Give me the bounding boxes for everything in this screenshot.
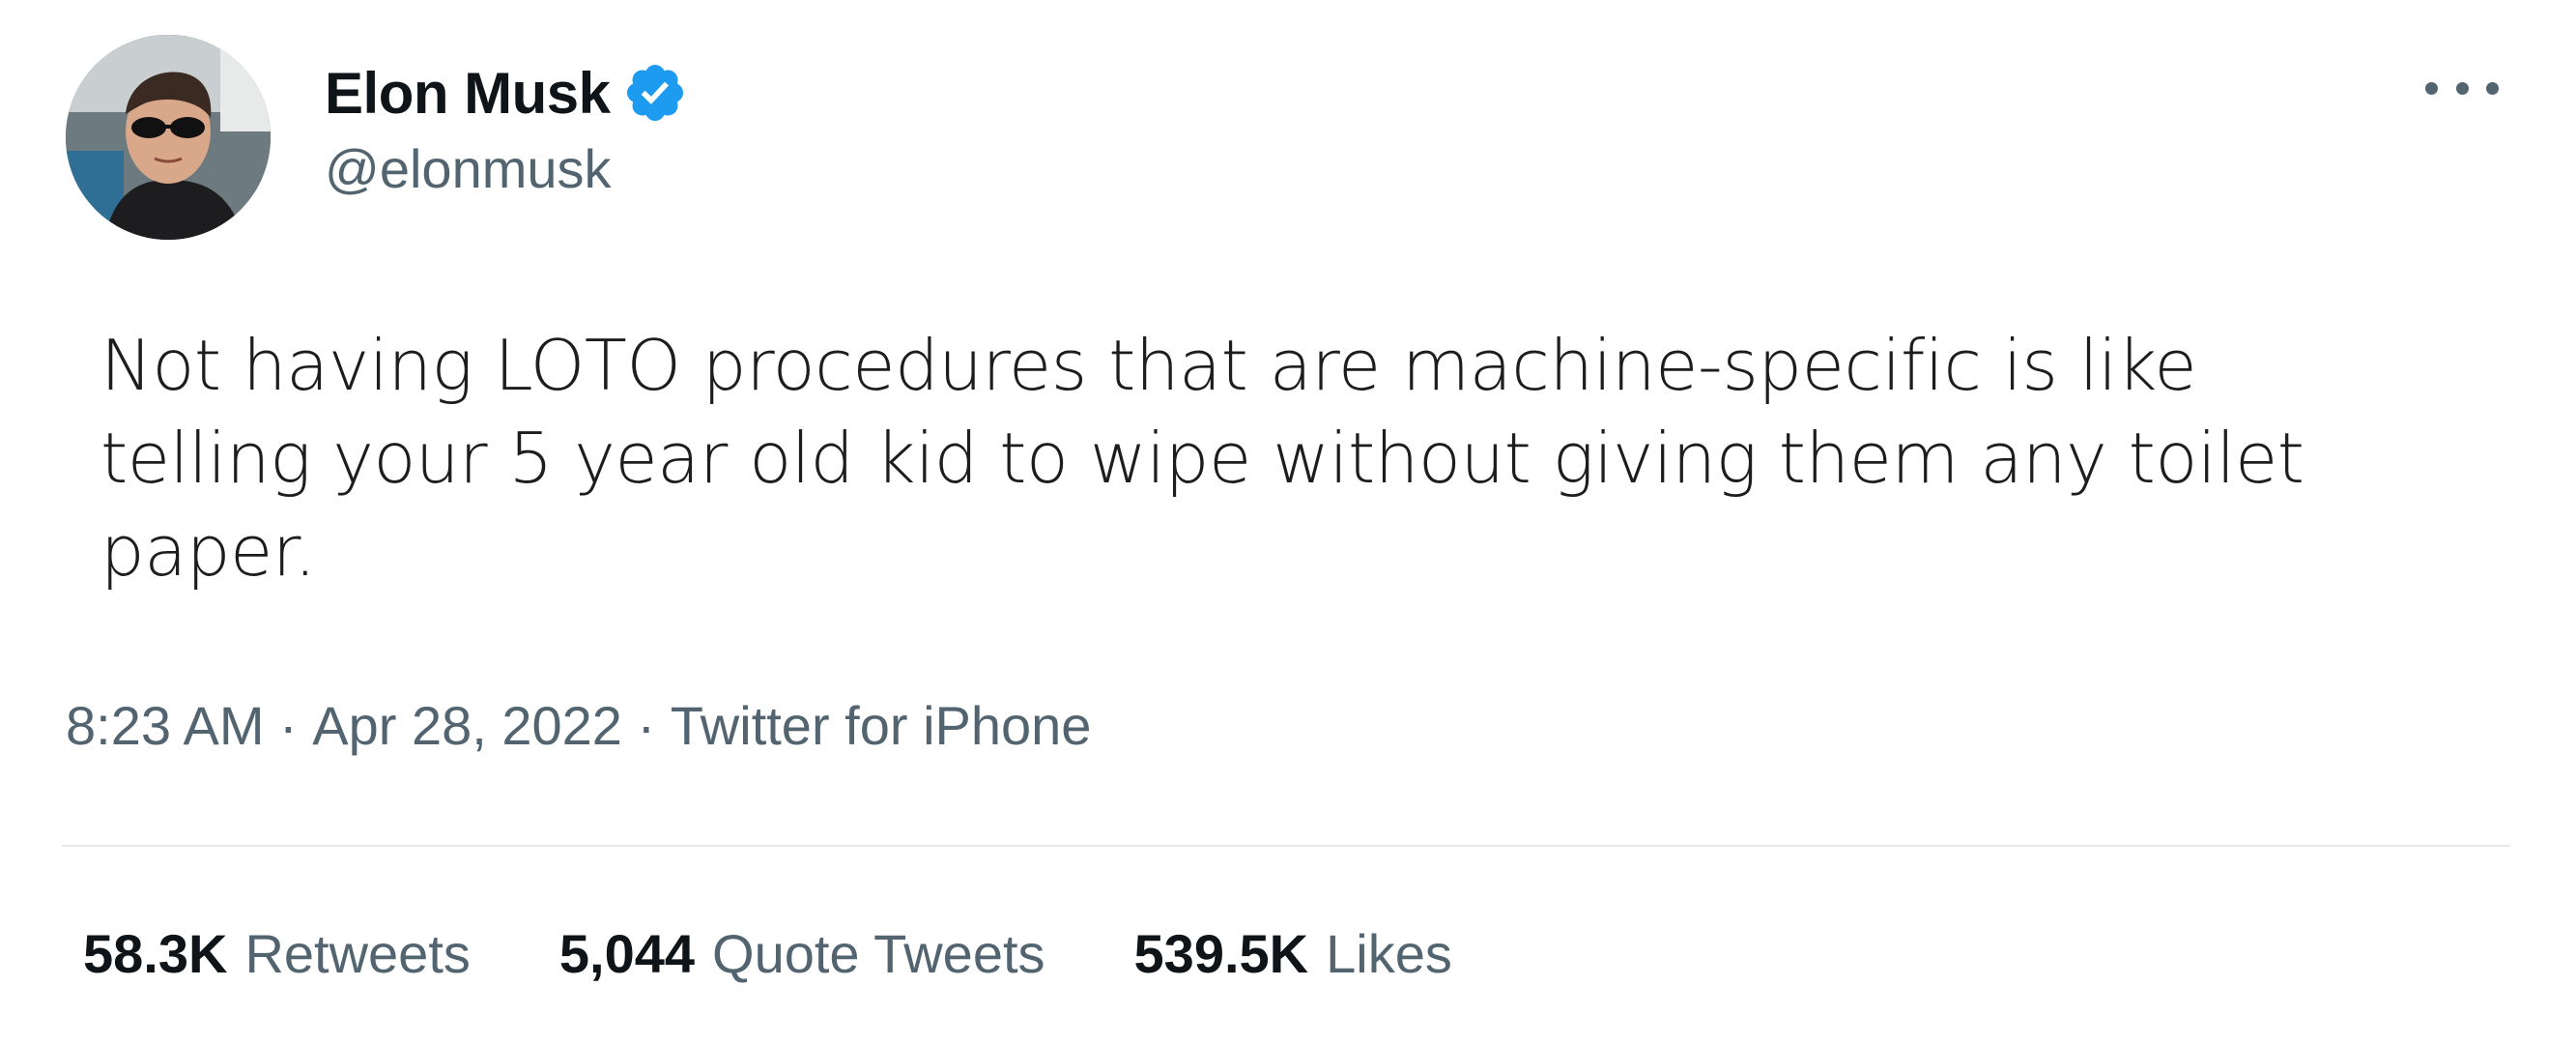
quote-tweets-stat[interactable]: 5,044 Quote Tweets [559, 922, 1045, 985]
tweet-card: Elon Musk @elonmusk Not having LOTO proc… [0, 0, 2576, 1044]
retweets-label: Retweets [244, 923, 471, 984]
more-options-icon[interactable] [2425, 73, 2499, 102]
tweet-meta: 8:23 AM · Apr 28, 2022 · Twitter for iPh… [66, 694, 1091, 757]
retweets-count: 58.3K [83, 923, 228, 984]
author-display-name[interactable]: Elon Musk [325, 60, 611, 127]
likes-label: Likes [1326, 923, 1452, 984]
engagement-stats: 58.3K Retweets 5,044 Quote Tweets 539.5K… [83, 922, 1452, 985]
author-handle[interactable]: @elonmusk [325, 137, 612, 200]
author-name-row: Elon Musk [325, 54, 688, 131]
verified-badge-icon [622, 60, 688, 126]
dot-icon [2486, 81, 2499, 95]
quote-tweets-count: 5,044 [558, 923, 696, 984]
tweet-text: Not having LOTO procedures that are mach… [100, 325, 2304, 592]
likes-stat[interactable]: 539.5K Likes [1134, 922, 1452, 985]
retweets-stat[interactable]: 58.3K Retweets [83, 922, 471, 985]
tweet-time[interactable]: 8:23 AM [66, 694, 264, 757]
divider [62, 845, 2510, 847]
quote-tweets-label: Quote Tweets [712, 923, 1045, 984]
meta-separator: · [264, 695, 313, 756]
meta-separator: · [621, 695, 671, 756]
dot-icon [2455, 81, 2469, 95]
tweet-source[interactable]: Twitter for iPhone [671, 694, 1092, 757]
likes-count: 539.5K [1133, 923, 1309, 984]
avatar[interactable] [66, 35, 271, 240]
profile-photo-icon [66, 35, 271, 240]
tweet-date[interactable]: Apr 28, 2022 [312, 694, 622, 757]
dot-icon [2425, 81, 2438, 95]
